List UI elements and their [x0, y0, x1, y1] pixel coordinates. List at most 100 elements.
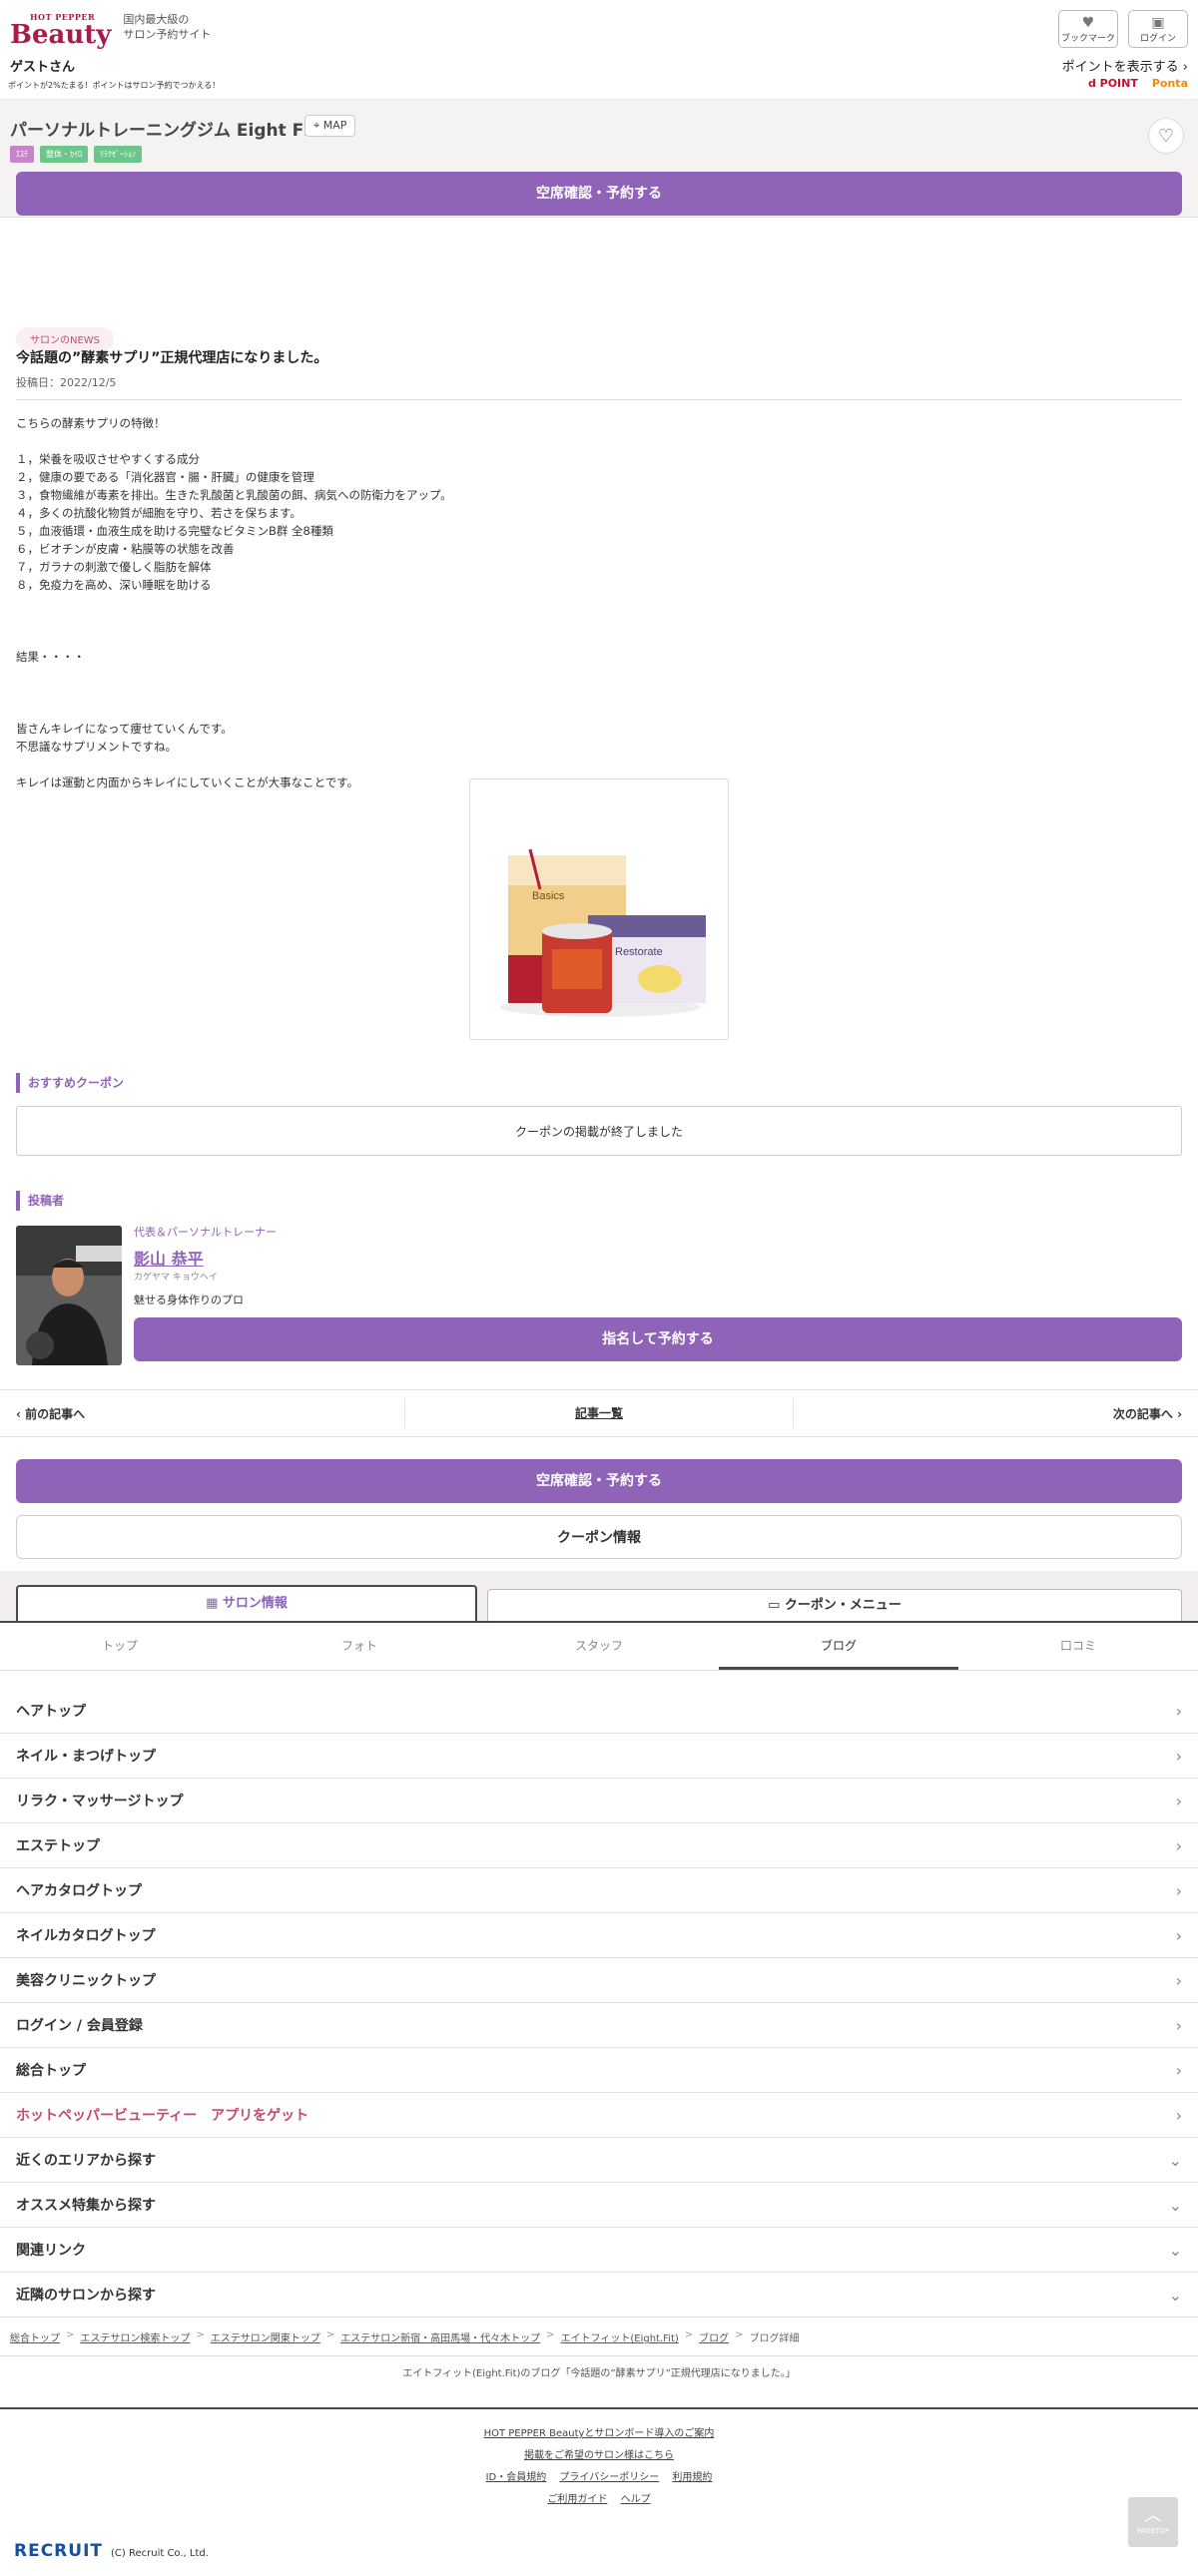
- chevron-right-icon: ›: [1177, 1406, 1183, 1421]
- author-name-link[interactable]: 影山 恭平: [134, 1246, 204, 1270]
- map-pin-icon: ⌖: [313, 119, 320, 132]
- article-paragraph: [16, 756, 1174, 773]
- subnav-blog[interactable]: ブログ: [719, 1623, 958, 1670]
- site-link-row[interactable]: 近隣のサロンから探す ⌄: [0, 2273, 1198, 2318]
- site-link-row[interactable]: リラク・マッサージトップ ›: [0, 1779, 1198, 1823]
- article-paragraph: ２，健康の要である「消化器官・腸・肝臓」の健康を管理: [16, 470, 314, 484]
- site-link-row[interactable]: ネイル・まつげトップ ›: [0, 1734, 1198, 1779]
- subnav-top[interactable]: トップ: [0, 1623, 240, 1670]
- lock-icon: ▣: [1151, 15, 1165, 31]
- site-link-row[interactable]: オススメ特集から探す ⌄: [0, 2183, 1198, 2228]
- map-button[interactable]: ⌖ MAP: [304, 115, 356, 137]
- chevron-right-icon: ›: [1175, 1925, 1182, 1945]
- article-paragraph: １，栄養を吸収させやすくする成分: [16, 452, 200, 466]
- article-paragraph: [16, 432, 1174, 450]
- chevron-down-icon: ⌄: [1168, 2285, 1182, 2305]
- article-body: こちらの酵素サプリの特徴！ １，栄養を吸収させやすくする成分 ２，健康の要である「消…: [16, 414, 1174, 791]
- breadcrumb: 総合トップ > エステサロン検索トップ > エステサロン関東トップ > エステサロン新宿・高…: [10, 2329, 800, 2344]
- page-top-button[interactable]: ︿ PAGETOP: [1128, 2497, 1178, 2547]
- footer-divider: [0, 2407, 1198, 2409]
- footer-salon-link[interactable]: 掲載をご希望のサロン様はこちら: [524, 2450, 674, 2461]
- site-link-row[interactable]: ホットペッパービューティー アプリをゲット ›: [0, 2093, 1198, 2138]
- breadcrumb-item[interactable]: エステサロン新宿・高田馬場・代々木トップ: [340, 2329, 540, 2344]
- tagline-line1: 国内最大級の: [123, 13, 190, 26]
- site-links: ヘアトップ › ネイル・まつげトップ › リラク・マッサージトップ › エステトップ › ヘアカ…: [0, 1689, 1198, 2318]
- site-link-row[interactable]: 総合トップ ›: [0, 2048, 1198, 2093]
- article-paragraph: 皆さんキレイになって痩せていくんです。: [16, 722, 233, 736]
- breadcrumb-item[interactable]: エステサロン関東トップ: [211, 2329, 320, 2344]
- chevron-right-icon: ›: [1175, 2015, 1182, 2035]
- author-catchcopy: 魅せる身体作りのプロ: [134, 1293, 244, 1306]
- article-date: 投稿日：2022/12/5: [16, 376, 117, 389]
- breadcrumb-item[interactable]: ブログ: [699, 2329, 729, 2344]
- hotpepper-beauty-logo[interactable]: HOT PEPPER Beauty 国内最大級の サロン予約サイト: [10, 12, 211, 48]
- article-paragraph: ７，ガラナの刺激で優しく脂肪を解体: [16, 560, 212, 574]
- chevron-right-icon: ›: [1175, 1701, 1182, 1721]
- coupon-icon: ▭: [768, 1598, 781, 1613]
- chevron-right-icon: ›: [1175, 1791, 1182, 1810]
- salon-tabs: ▦ サロン情報 ▭ クーポン・メニュー: [0, 1571, 1198, 1623]
- coupon-info-button[interactable]: クーポン情報: [16, 1515, 1182, 1559]
- recruit-footer: RECRUIT (C) Recruit Co., Ltd.: [14, 2541, 209, 2561]
- tab-salon-info[interactable]: ▦ サロン情報: [16, 1585, 477, 1623]
- article-paragraph: ８，免疫力を高め、深い睡眠を助ける: [16, 578, 212, 592]
- author-photo[interactable]: [16, 1226, 122, 1365]
- article-paragraph: [16, 702, 1174, 720]
- next-article-link[interactable]: 次の記事へ ›: [794, 1405, 1198, 1422]
- reserve-button-bottom[interactable]: 空席確認・予約する: [16, 1459, 1182, 1503]
- article-paragraph: ６，ビオチンが皮膚・粘膜等の状態を改善: [16, 542, 235, 556]
- site-link-row[interactable]: 美容クリニックトップ ›: [0, 1958, 1198, 2003]
- copyright: (C) Recruit Co., Ltd.: [111, 2548, 209, 2559]
- subnav-photo[interactable]: フォト: [240, 1623, 479, 1670]
- site-link-row[interactable]: ネイルカタログトップ ›: [0, 1913, 1198, 1958]
- chevron-down-icon: ⌄: [1168, 2150, 1182, 2170]
- article-list-link[interactable]: 記事一覧: [403, 1398, 795, 1428]
- site-link-row[interactable]: 近くのエリアから探す ⌄: [0, 2138, 1198, 2183]
- favorite-heart-icon[interactable]: ♡: [1148, 118, 1184, 154]
- article-paragraph: ３，食物繊維が毒素を排出。生きた乳酸菌と乳酸菌の餌、病気への防衛力をアップ。: [16, 488, 452, 502]
- tab-coupon-menu[interactable]: ▭ クーポン・メニュー: [487, 1589, 1182, 1623]
- dpoint-logo: d POINT: [1087, 77, 1138, 90]
- chevron-left-icon: ‹: [16, 1406, 21, 1421]
- site-link-row[interactable]: ログイン / 会員登録 ›: [0, 2003, 1198, 2048]
- author-kana: カゲヤマ キョウヘイ: [134, 1273, 218, 1283]
- article-paragraph: [16, 684, 1174, 702]
- footer-guide-link[interactable]: ご利用ガイド: [547, 2494, 607, 2505]
- site-link-row[interactable]: ヘアカタログトップ ›: [0, 1868, 1198, 1913]
- article-paragraph: [16, 666, 1174, 684]
- footer-id-terms-link[interactable]: ID・会員規約: [486, 2472, 547, 2483]
- breadcrumb-separator: >: [684, 2329, 694, 2340]
- article-paragraph: ５，血液循環・血液生成を助ける完璧なビタミンB群 全8種類: [16, 524, 333, 538]
- footer-privacy-link[interactable]: プライバシーポリシー: [559, 2472, 659, 2483]
- article-paragraph: こちらの酵素サプリの特徴！: [16, 416, 166, 430]
- ponta-logo: Ponta: [1151, 77, 1188, 90]
- site-link-row[interactable]: ヘアトップ ›: [0, 1689, 1198, 1734]
- subnav-reviews[interactable]: 口コミ: [958, 1623, 1198, 1670]
- prev-article-link[interactable]: ‹ 前の記事へ: [0, 1405, 404, 1422]
- nominate-reserve-button[interactable]: 指名して予約する: [134, 1317, 1182, 1361]
- breadcrumb-item[interactable]: 総合トップ: [10, 2329, 60, 2344]
- chevron-up-icon: ︿: [1144, 2505, 1162, 2526]
- recommended-coupon-heading: おすすめクーポン: [16, 1073, 124, 1093]
- footer-help-link[interactable]: ヘルプ: [621, 2494, 651, 2505]
- chevron-right-icon: ›: [1175, 2060, 1182, 2080]
- show-points-link[interactable]: ポイントを表示する ›: [1062, 56, 1188, 75]
- breadcrumb-item[interactable]: エステサロン検索トップ: [80, 2329, 190, 2344]
- login-button[interactable]: ▣ ログイン: [1128, 10, 1188, 48]
- genre-tag: ｴｽﾃ: [10, 146, 34, 163]
- reserve-button-top[interactable]: 空席確認・予約する: [16, 172, 1182, 216]
- chevron-right-icon: ›: [1182, 60, 1188, 75]
- salon-subnav: トップ フォト スタッフ ブログ 口コミ: [0, 1623, 1198, 1671]
- chevron-down-icon: ⌄: [1168, 2195, 1182, 2215]
- subnav-staff[interactable]: スタッフ: [479, 1623, 719, 1670]
- blog-description: エイトフィット(Eight.Fit)のブログ「今話題の”酵素サプリ”正規代理店に…: [0, 2355, 1198, 2391]
- bookmark-button[interactable]: ♥ ブックマーク: [1058, 10, 1118, 48]
- site-link-row[interactable]: 関連リンク ⌄: [0, 2228, 1198, 2273]
- salon-tags: ｴｽﾃ 整体・ｶｲﾛ ﾘﾗｸｾﾞｰｼｮﾝ: [10, 146, 142, 163]
- site-header: HOT PEPPER Beauty 国内最大級の サロン予約サイト ♥ ブックマ…: [0, 0, 1198, 100]
- author-role: 代表＆パーソナルトレーナー: [134, 1226, 277, 1239]
- footer-terms-link[interactable]: 利用規約: [672, 2472, 712, 2483]
- footer-intro-link[interactable]: HOT PEPPER Beautyとサロンボード導入のご案内: [484, 2428, 715, 2439]
- site-link-row[interactable]: エステトップ ›: [0, 1823, 1198, 1868]
- breadcrumb-item[interactable]: エイトフィット(Eight.Fit): [561, 2329, 679, 2344]
